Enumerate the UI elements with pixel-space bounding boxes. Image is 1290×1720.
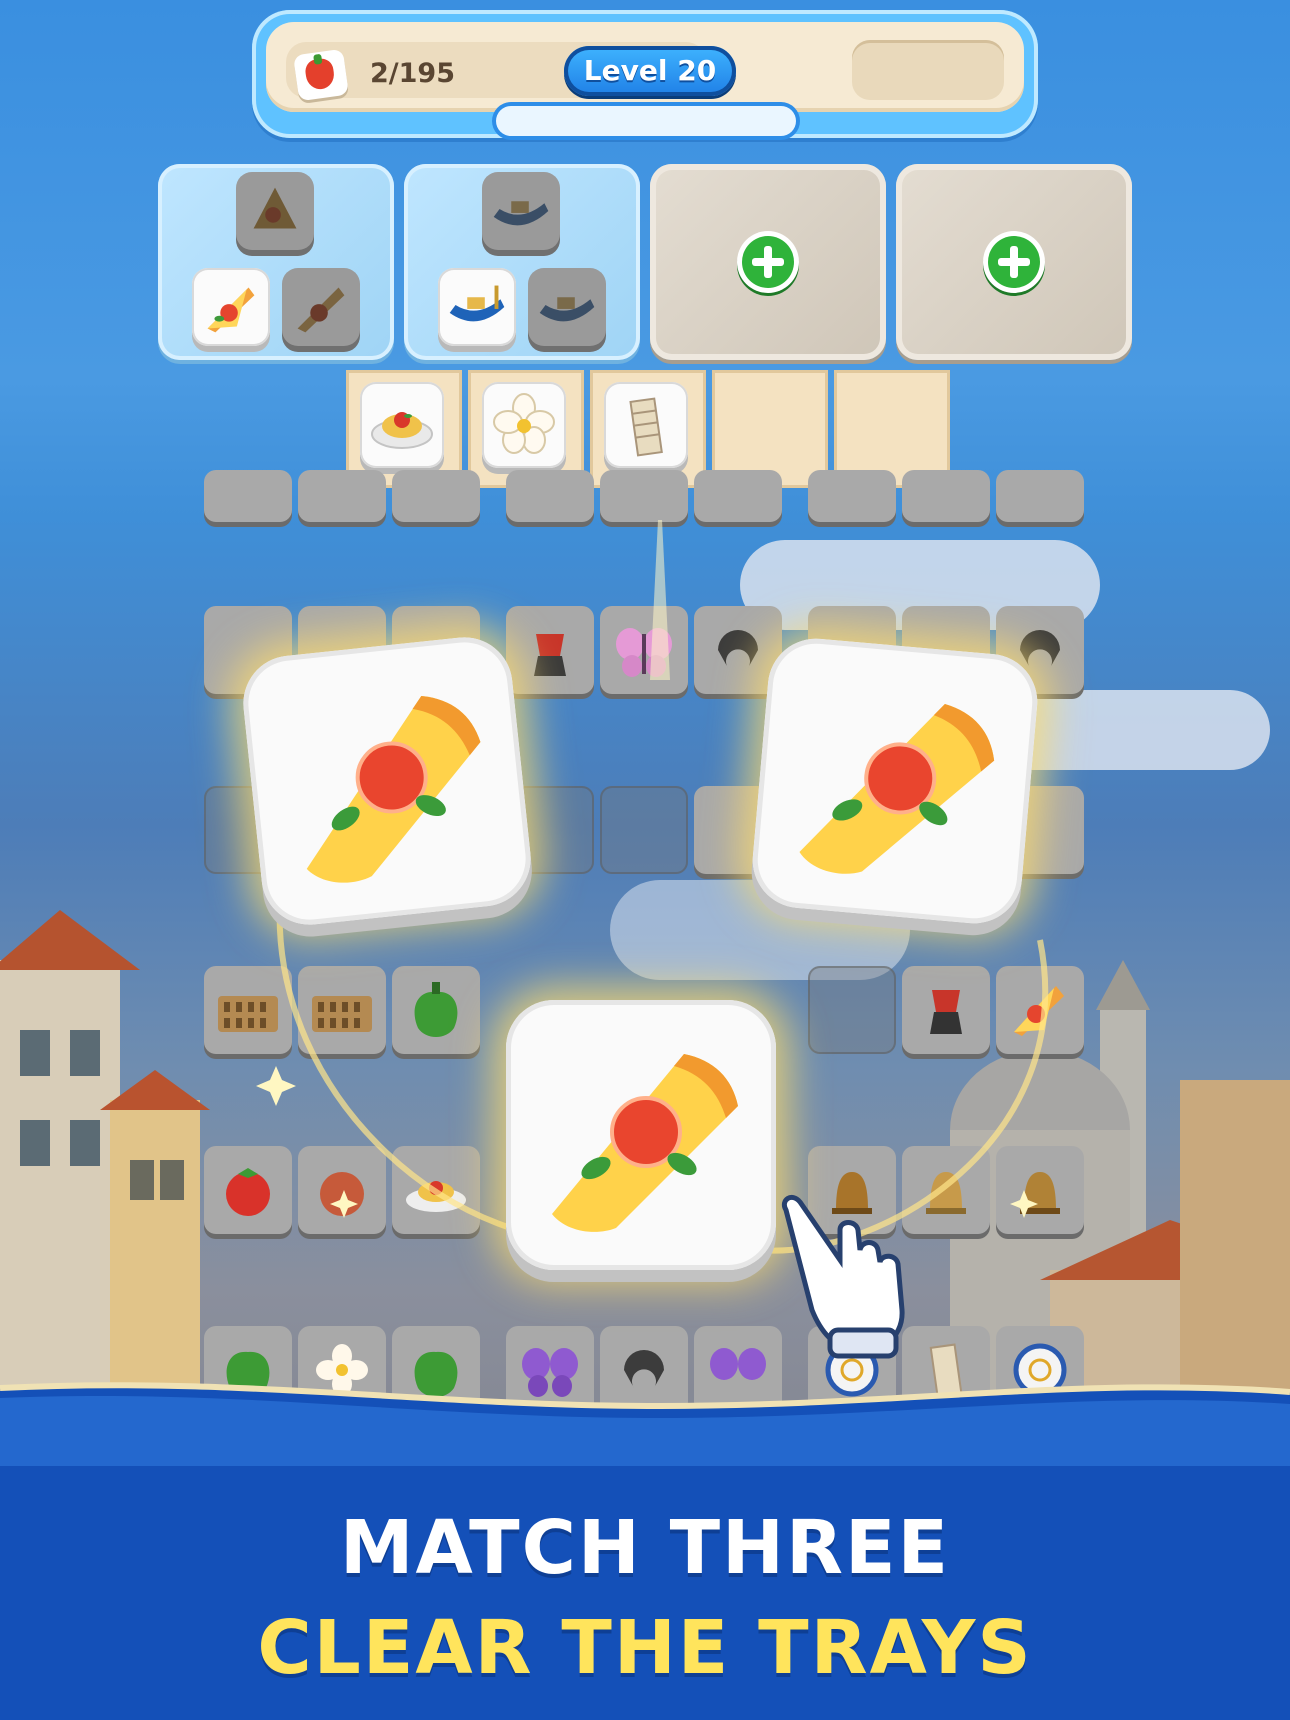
pizza-slice-icon[interactable]	[192, 268, 270, 346]
gondola-icon	[482, 172, 560, 250]
tray-3-locked[interactable]	[650, 164, 886, 360]
hud-empty-slot	[852, 40, 1004, 100]
add-tray-button[interactable]	[742, 236, 794, 288]
level-label: Level 20	[583, 54, 717, 87]
pizza-slice-icon	[552, 1054, 738, 1232]
collection-count: 2/195	[370, 58, 456, 89]
highlighted-tile-1[interactable]	[238, 632, 536, 930]
board-tile[interactable]	[902, 470, 990, 522]
level-progress-bar	[496, 106, 796, 136]
white-flower-icon[interactable]	[482, 382, 566, 468]
light-beam	[650, 520, 670, 680]
board-tile[interactable]	[204, 470, 292, 522]
add-tray-button[interactable]	[988, 236, 1040, 288]
gondola-icon	[528, 268, 606, 346]
board-tile[interactable]	[600, 470, 688, 522]
pizza-slice-icon	[799, 704, 995, 874]
moka-pot-icon	[534, 634, 566, 676]
level-badge: Level 20	[564, 46, 736, 96]
board-tile[interactable]	[298, 470, 386, 522]
pepper-card-icon	[293, 48, 349, 102]
gondola-icon[interactable]	[438, 268, 516, 346]
highlighted-tile-2[interactable]	[748, 634, 1042, 928]
pizza-slice-icon	[306, 695, 481, 883]
highlighted-tile-3[interactable]	[506, 1000, 776, 1270]
board-tile[interactable]	[808, 470, 896, 522]
board-tile[interactable]	[506, 606, 594, 694]
tray-4-locked[interactable]	[896, 164, 1132, 360]
tray-2[interactable]	[404, 164, 640, 360]
leaning-tower-icon[interactable]	[604, 382, 688, 468]
board-tile[interactable]	[996, 470, 1084, 522]
tagline-line-1: MATCH THREE	[339, 1505, 951, 1591]
board-tile[interactable]	[392, 470, 480, 522]
tutorial-hand-pointer-icon	[782, 1195, 905, 1359]
board-tile[interactable]	[694, 470, 782, 522]
tagline-line-2: CLEAR THE TRAYS	[257, 1605, 1033, 1691]
game-scene: 2/195 Level 20 MATCH THREE CLEAR THE TRA…	[0, 0, 1290, 1720]
pizza-slice-icon	[282, 268, 360, 346]
tray-1[interactable]	[158, 164, 394, 360]
spaghetti-icon[interactable]	[360, 382, 444, 468]
pizza-slice-icon	[236, 172, 314, 250]
board-tile[interactable]	[506, 470, 594, 522]
